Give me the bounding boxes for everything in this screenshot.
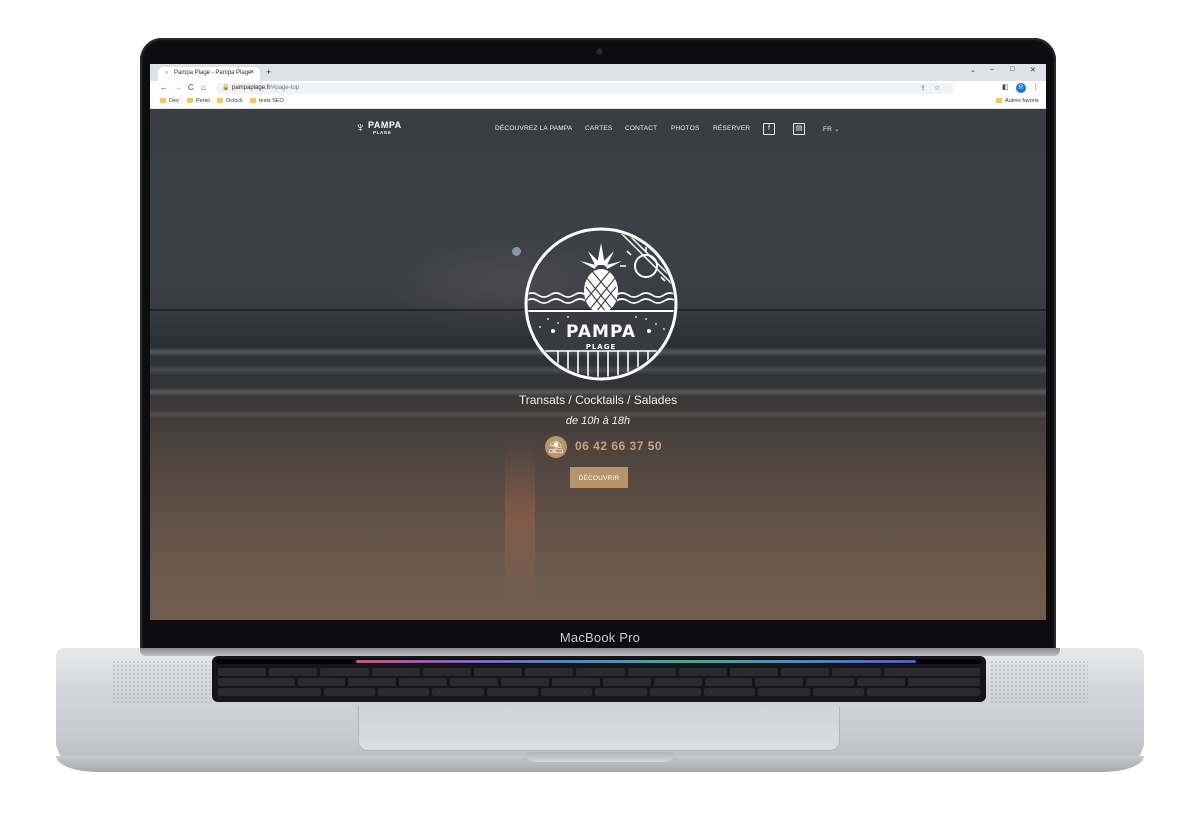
logo-sub: PLAGE [373, 130, 392, 135]
address-url: pampaplage.fr/#page-top [232, 85, 299, 91]
lock-icon: 🔒 [222, 85, 230, 91]
bookmark-folder-tests-seo[interactable]: tests SEO [250, 98, 284, 104]
share-icon[interactable]: ⇪ [920, 84, 926, 92]
bookmark-folder-perso[interactable]: Perso [187, 98, 210, 104]
address-bar[interactable]: 🔒 pampaplage.fr/#page-top ⇪ ☆ [216, 83, 954, 94]
folder-icon [250, 98, 256, 103]
forward-button[interactable]: → [174, 83, 182, 93]
beach-umbrella-icon: ⛱ [545, 436, 567, 458]
speaker-grille-right [990, 660, 1088, 704]
bookmark-folder-dev[interactable]: Dev [160, 98, 179, 104]
touch-bar [216, 659, 982, 664]
tab-close-icon[interactable]: × [250, 69, 254, 76]
maximize-button[interactable]: □ [1010, 66, 1014, 73]
side-panel-icon[interactable]: ◧ [1002, 83, 1009, 91]
hero-tagline: Transats / Cocktails / Salades [518, 393, 678, 407]
pineapple-logo-icon: ♆ [355, 119, 366, 135]
emblem-brand: PAMPA [566, 322, 636, 342]
url-domain: pampaplage.fr [232, 85, 271, 91]
nav-decouvrez[interactable]: DÉCOUVREZ LA PAMPA [495, 125, 572, 132]
new-tab-button[interactable]: + [266, 67, 271, 77]
bookmark-folder-oclock[interactable]: Oclock [217, 98, 243, 104]
keyboard [212, 656, 986, 702]
browser-tab[interactable]: ♆ Pampa Plage - Pampa Plage × [158, 67, 260, 81]
facebook-icon[interactable]: f [763, 123, 775, 135]
discover-button[interactable]: DÉCOUVRIR [570, 467, 628, 488]
minimize-button[interactable]: – [990, 66, 994, 73]
pineapple-leaves [580, 243, 622, 269]
bookmark-label: tests SEO [259, 98, 284, 104]
site-logo[interactable]: ♆ PAMPA PLAGE [355, 119, 415, 139]
bookmark-star-icon[interactable]: ☆ [934, 84, 940, 92]
browser-menu-icon[interactable]: ⋮ [1032, 83, 1039, 91]
webcam [597, 49, 602, 54]
emblem-bullet-left [551, 329, 555, 333]
key-row [218, 668, 981, 676]
folder-icon [996, 98, 1002, 103]
tab-search-chevron-icon[interactable]: ⌄ [970, 66, 976, 74]
key-row [218, 688, 981, 696]
phone-contact[interactable]: ⛱ 06 42 66 37 50 [545, 436, 665, 458]
bookmark-label: Dev [169, 98, 179, 104]
close-window-button[interactable]: ✕ [1030, 66, 1036, 74]
bookmark-label: Oclock [226, 98, 243, 104]
bookmark-folder-other[interactable]: Autres favoris [996, 98, 1039, 104]
language-selector[interactable]: FR ⌄ [823, 125, 840, 133]
emblem-bullet-right [647, 329, 651, 333]
browser-tab-strip: ♆ Pampa Plage - Pampa Plage × + ⌄ – □ ✕ [150, 64, 1046, 81]
folder-icon [187, 98, 193, 103]
pineapple-favicon-icon: ♆ [164, 70, 170, 77]
folder-icon [217, 98, 223, 103]
calendar-icon[interactable]: ▤ [793, 123, 805, 135]
touch-bar-glow [356, 660, 916, 663]
url-path: /#page-top [270, 85, 300, 91]
browser-toolbar: ← → C ⌂ 🔒 pampaplage.fr/#page-top ⇪ ☆ ◧ … [150, 81, 1046, 96]
lid-opening-notch [527, 752, 673, 762]
reload-button[interactable]: C [188, 83, 194, 93]
opening-hours: de 10h à 18h [565, 415, 631, 427]
nav-cartes[interactable]: CARTES [585, 125, 612, 132]
folder-icon [160, 98, 166, 103]
laptop-screen: ♆ Pampa Plage - Pampa Plage × + ⌄ – □ ✕ … [150, 64, 1046, 620]
tab-title: Pampa Plage - Pampa Plage [174, 70, 252, 76]
back-button[interactable]: ← [160, 83, 168, 93]
macbook-pro-label: MacBook Pro [559, 630, 641, 645]
bookmarks-bar: Dev Perso Oclock tests SEO Autres favori… [150, 96, 1046, 109]
trackpad [358, 706, 840, 751]
bookmark-label: Perso [196, 98, 211, 104]
logo-brand: PAMPA [368, 120, 402, 130]
nav-reserver[interactable]: RÉSERVER [713, 125, 750, 132]
nav-photos[interactable]: PHOTOS [671, 125, 700, 132]
bookmark-label: Autres favoris [1005, 98, 1039, 104]
sun-reflection [505, 439, 535, 599]
website-viewport: ♆ PAMPA PLAGE DÉCOUVREZ LA PAMPA CARTES … [150, 109, 1046, 620]
pampa-plage-emblem: PAMPA PLAGE [524, 227, 678, 381]
nav-contact[interactable]: CONTACT [625, 125, 657, 132]
profile-avatar[interactable]: R [1016, 83, 1026, 93]
phone-number: 06 42 66 37 50 [575, 439, 663, 453]
speaker-grille-left [112, 660, 210, 704]
laptop-hinge [140, 648, 1060, 656]
key-row [218, 678, 980, 686]
emblem-sub: PLAGE [586, 343, 617, 351]
home-button[interactable]: ⌂ [201, 83, 206, 93]
